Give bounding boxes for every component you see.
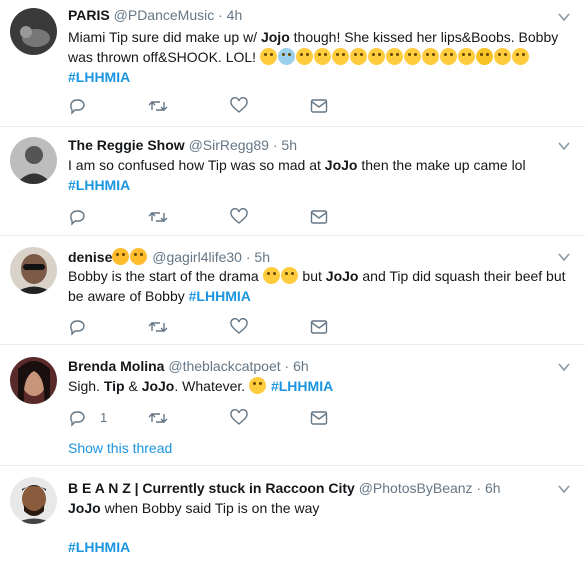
user-handle[interactable]: @theblackcatpoet bbox=[168, 358, 280, 374]
hugging-emoji-pair bbox=[112, 248, 148, 265]
retweet-icon bbox=[148, 212, 168, 222]
hashtag-link[interactable]: #LHHMIA bbox=[68, 539, 130, 555]
avatar-denise[interactable] bbox=[10, 247, 57, 294]
like-button[interactable] bbox=[230, 318, 248, 336]
tweet-actions bbox=[68, 318, 368, 336]
emoji-row bbox=[259, 48, 530, 65]
reply-button[interactable]: 1 bbox=[68, 409, 128, 427]
mention-bold: JoJo bbox=[68, 500, 101, 516]
tweet-text: Sigh. Tip & JoJo. Whatever. #LHHMIA bbox=[68, 377, 334, 394]
dm-icon bbox=[310, 210, 328, 224]
timestamp[interactable]: 5h bbox=[254, 249, 270, 265]
mention-bold: JoJo bbox=[325, 268, 359, 284]
mention-bold: Tip bbox=[103, 378, 125, 394]
tweet-text: I am so confused how Tip was so mad at J… bbox=[68, 157, 526, 193]
dm-button[interactable] bbox=[310, 409, 328, 427]
separator-dot: · bbox=[218, 7, 223, 23]
retweet-icon bbox=[148, 413, 168, 423]
reply-button[interactable] bbox=[68, 318, 86, 336]
like-button[interactable] bbox=[230, 208, 248, 226]
tweet-2[interactable]: The Reggie Show @SirRegg89 · 5h I am so … bbox=[0, 127, 585, 236]
caret-down-icon[interactable] bbox=[557, 139, 571, 153]
reply-count: 1 bbox=[100, 410, 108, 425]
mention-bold: Jojo bbox=[260, 29, 290, 45]
tweet-actions bbox=[68, 208, 368, 226]
tweet-text: Miami Tip sure did make up w/ Jojo thoug… bbox=[68, 29, 559, 85]
dm-icon bbox=[310, 411, 328, 425]
like-icon bbox=[230, 97, 248, 113]
display-name[interactable]: denise bbox=[68, 249, 112, 265]
tweet-5[interactable]: B E A N Z | Currently stuck in Raccoon C… bbox=[0, 466, 585, 566]
tweet-header: B E A N Z | Currently stuck in Raccoon C… bbox=[68, 480, 501, 496]
dm-button[interactable] bbox=[310, 318, 328, 336]
like-button[interactable] bbox=[230, 409, 248, 427]
dm-icon bbox=[310, 320, 328, 334]
caret-down-icon[interactable] bbox=[557, 10, 571, 24]
user-handle[interactable]: @PDanceMusic bbox=[114, 7, 215, 23]
retweet-button[interactable] bbox=[148, 318, 168, 336]
reply-button[interactable] bbox=[68, 208, 86, 226]
tweet-header: PARIS @PDanceMusic · 4h bbox=[68, 7, 242, 23]
separator-dot: · bbox=[245, 249, 251, 265]
avatar-paris[interactable] bbox=[10, 8, 57, 55]
like-icon bbox=[230, 409, 248, 425]
tweet-actions: 1 bbox=[68, 409, 368, 427]
user-handle[interactable]: @gagirl4life30 bbox=[152, 249, 242, 265]
tweet-3[interactable]: denise @gagirl4life30 · 5h Bobby is the … bbox=[0, 236, 585, 345]
tweet-actions bbox=[68, 97, 368, 115]
caret-down-icon[interactable] bbox=[557, 482, 571, 496]
avatar-reggie[interactable] bbox=[10, 137, 57, 184]
reply-icon bbox=[70, 210, 85, 226]
like-button[interactable] bbox=[230, 97, 248, 115]
separator-dot: · bbox=[272, 137, 278, 153]
display-name[interactable]: PARIS bbox=[68, 7, 110, 23]
retweet-button[interactable] bbox=[148, 97, 168, 115]
like-icon bbox=[230, 318, 248, 334]
hashtag-link[interactable]: #LHHMIA bbox=[68, 69, 130, 85]
user-handle[interactable]: @SirRegg89 bbox=[189, 137, 269, 153]
caret-down-icon[interactable] bbox=[557, 250, 571, 264]
display-name[interactable]: The Reggie Show bbox=[68, 137, 185, 153]
mention-bold: JoJo bbox=[141, 378, 175, 394]
caret-down-icon[interactable] bbox=[557, 360, 571, 374]
reply-icon bbox=[70, 99, 85, 115]
retweet-button[interactable] bbox=[148, 208, 168, 226]
dm-button[interactable] bbox=[310, 97, 328, 115]
tweet-header: The Reggie Show @SirRegg89 · 5h bbox=[68, 137, 297, 153]
dm-button[interactable] bbox=[310, 208, 328, 226]
tweet-header: denise @gagirl4life30 · 5h bbox=[68, 248, 270, 265]
reply-icon bbox=[70, 411, 85, 427]
tweet-feed: PARIS @PDanceMusic · 4h Miami Tip sure d… bbox=[0, 0, 585, 566]
timestamp[interactable]: 6h bbox=[485, 480, 501, 496]
hashtag-link[interactable]: #LHHMIA bbox=[189, 288, 251, 304]
like-icon bbox=[230, 208, 248, 224]
tweet-4[interactable]: Brenda Molina @theblackcatpoet · 6h Sigh… bbox=[0, 345, 585, 466]
reply-icon bbox=[70, 320, 85, 336]
retweet-button[interactable] bbox=[148, 409, 168, 427]
display-name[interactable]: Brenda Molina bbox=[68, 358, 164, 374]
mention-bold: JoJo bbox=[324, 157, 358, 173]
hashtag-link[interactable]: #LHHMIA bbox=[68, 177, 130, 193]
tweet-text: Bobby is the start of the drama but JoJo… bbox=[68, 267, 566, 304]
tweet-1[interactable]: PARIS @PDanceMusic · 4h Miami Tip sure d… bbox=[0, 0, 585, 127]
retweet-icon bbox=[148, 101, 168, 111]
avatar-beanz[interactable] bbox=[10, 477, 57, 524]
tweet-header: Brenda Molina @theblackcatpoet · 6h bbox=[68, 358, 309, 374]
display-name[interactable]: B E A N Z | Currently stuck in Raccoon C… bbox=[68, 480, 355, 496]
tweet-text: JoJo when Bobby said Tip is on the way bbox=[68, 500, 320, 516]
timestamp[interactable]: 4h bbox=[227, 7, 243, 23]
tweet-hashtag-line: #LHHMIA bbox=[68, 537, 568, 557]
timestamp[interactable]: 6h bbox=[293, 358, 309, 374]
dm-icon bbox=[310, 99, 328, 113]
timestamp[interactable]: 5h bbox=[281, 137, 297, 153]
reply-button[interactable] bbox=[68, 97, 86, 115]
user-handle[interactable]: @PhotosByBeanz bbox=[359, 480, 473, 496]
avatar-brenda[interactable] bbox=[10, 357, 57, 404]
show-thread-link[interactable]: Show this thread bbox=[68, 440, 172, 456]
hashtag-link[interactable]: #LHHMIA bbox=[271, 378, 333, 394]
separator-dot: · bbox=[476, 480, 482, 496]
retweet-icon bbox=[148, 322, 168, 332]
separator-dot: · bbox=[284, 358, 290, 374]
